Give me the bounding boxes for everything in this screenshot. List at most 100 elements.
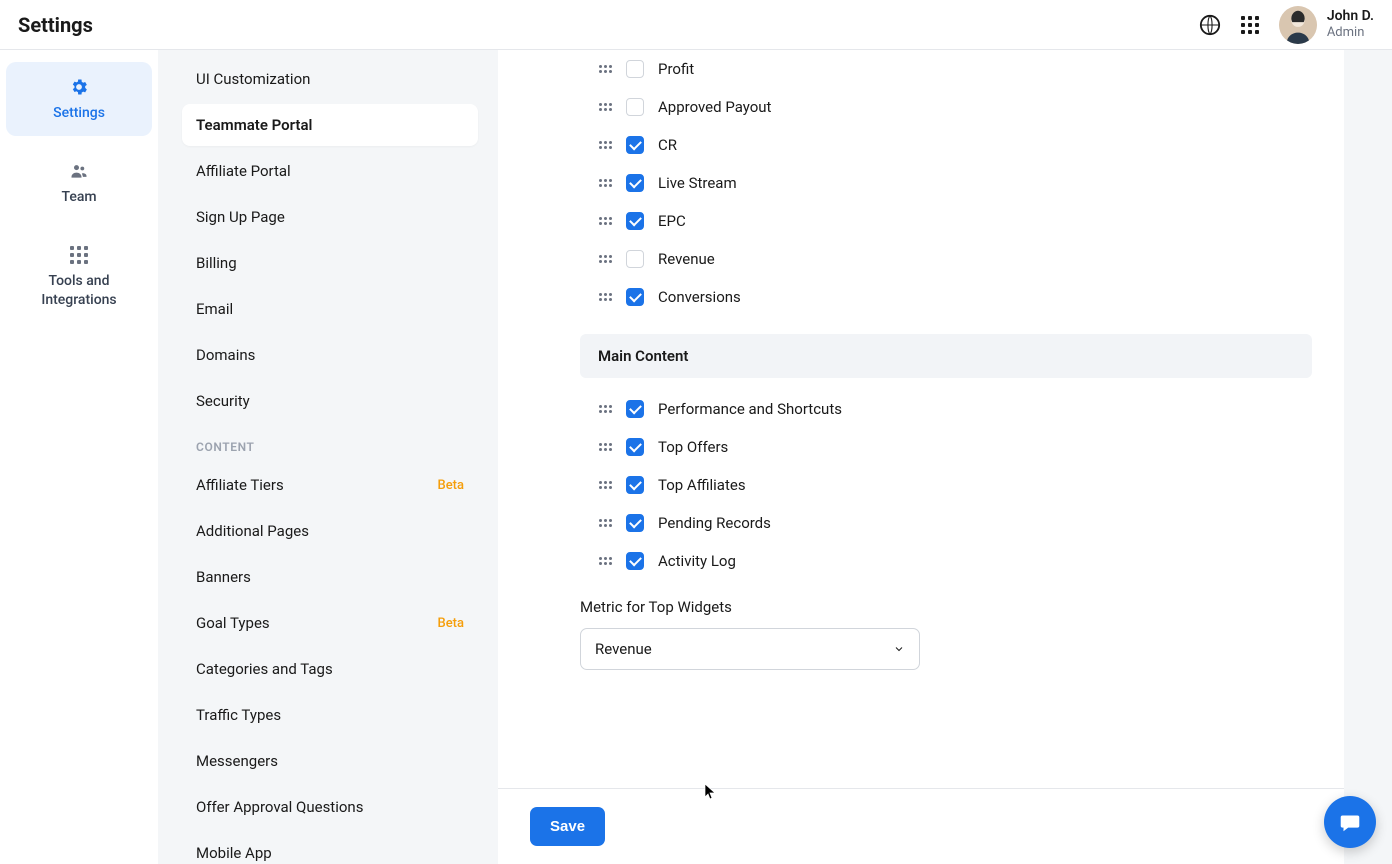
- checkbox-label: Activity Log: [658, 552, 736, 570]
- save-button[interactable]: Save: [530, 807, 605, 846]
- checkbox-label: Profit: [658, 60, 694, 78]
- checkbox[interactable]: [626, 250, 644, 268]
- nav-item-label: Categories and Tags: [196, 660, 333, 678]
- drag-handle-icon[interactable]: [598, 481, 612, 489]
- page-title: Settings: [18, 13, 93, 37]
- drag-handle-icon[interactable]: [598, 443, 612, 451]
- chevron-down-icon: [893, 643, 905, 655]
- nav-label: Tools and Integrations: [10, 272, 148, 308]
- primary-nav: Settings Team Tools and Integrations: [0, 50, 158, 864]
- settings-nav-item[interactable]: Messengers: [182, 740, 478, 782]
- settings-panel: Profit Approved Payout CR Live Stream EPC Rev…: [498, 50, 1344, 864]
- settings-nav-item[interactable]: Billing: [182, 242, 478, 284]
- nav-item-label: Banners: [196, 568, 251, 586]
- settings-nav-item[interactable]: Affiliate Portal: [182, 150, 478, 192]
- checkbox-label: Top Offers: [658, 438, 728, 456]
- checkbox-row: Profit: [580, 50, 1312, 88]
- checkbox[interactable]: [626, 438, 644, 456]
- settings-nav-item[interactable]: Offer Approval Questions: [182, 786, 478, 828]
- checkbox-label: Top Affiliates: [658, 476, 746, 494]
- checkbox[interactable]: [626, 60, 644, 78]
- chat-launcher[interactable]: [1324, 796, 1376, 848]
- drag-handle-icon[interactable]: [598, 255, 612, 263]
- nav-item-label: Goal Types: [196, 614, 270, 632]
- settings-nav-item[interactable]: Security: [182, 380, 478, 422]
- apps-icon[interactable]: [1239, 14, 1261, 36]
- nav-tools[interactable]: Tools and Integrations: [6, 230, 152, 322]
- settings-nav-item[interactable]: Domains: [182, 334, 478, 376]
- settings-nav-item[interactable]: Traffic Types: [182, 694, 478, 736]
- checkbox[interactable]: [626, 400, 644, 418]
- nav-item-label: UI Customization: [196, 70, 310, 88]
- metric-select[interactable]: Revenue: [580, 628, 920, 670]
- checkbox-label: Performance and Shortcuts: [658, 400, 842, 418]
- checkbox-label: Pending Records: [658, 514, 771, 532]
- nav-label: Team: [61, 188, 96, 206]
- nav-item-label: Traffic Types: [196, 706, 281, 724]
- checkbox-row: Performance and Shortcuts: [580, 390, 1312, 428]
- settings-nav: UI Customization Teammate Portal Affiliate…: [158, 50, 498, 864]
- drag-handle-icon[interactable]: [598, 293, 612, 301]
- user-menu[interactable]: John D. Admin: [1279, 6, 1374, 44]
- select-value: Revenue: [595, 640, 652, 658]
- checkbox[interactable]: [626, 288, 644, 306]
- metric-field: Metric for Top Widgets Revenue: [498, 580, 1344, 670]
- settings-nav-item[interactable]: Additional Pages: [182, 510, 478, 552]
- drag-handle-icon[interactable]: [598, 65, 612, 73]
- header-actions: John D. Admin: [1199, 6, 1374, 44]
- checkbox[interactable]: [626, 552, 644, 570]
- content-area: Profit Approved Payout CR Live Stream EPC Rev…: [498, 50, 1392, 864]
- drag-handle-icon[interactable]: [598, 405, 612, 413]
- drag-handle-icon[interactable]: [598, 217, 612, 225]
- settings-nav-item[interactable]: Categories and Tags: [182, 648, 478, 690]
- nav-item-label: Affiliate Tiers: [196, 476, 284, 494]
- settings-nav-item[interactable]: Email: [182, 288, 478, 330]
- checkbox[interactable]: [626, 212, 644, 230]
- checkbox-label: Approved Payout: [658, 98, 771, 116]
- drag-handle-icon[interactable]: [598, 519, 612, 527]
- nav-settings[interactable]: Settings: [6, 62, 152, 136]
- drag-handle-icon[interactable]: [598, 557, 612, 565]
- checkbox[interactable]: [626, 98, 644, 116]
- panel-footer: Save: [498, 788, 1344, 864]
- checkbox[interactable]: [626, 136, 644, 154]
- settings-nav-item[interactable]: Banners: [182, 556, 478, 598]
- nav-team[interactable]: Team: [6, 146, 152, 220]
- checkbox-label: Revenue: [658, 250, 715, 268]
- checkbox-row: Conversions: [580, 278, 1312, 316]
- nav-item-label: Security: [196, 392, 250, 410]
- checkbox-label: EPC: [658, 212, 686, 230]
- checkbox[interactable]: [626, 514, 644, 532]
- grid-icon: [68, 244, 90, 266]
- checkbox-row: CR: [580, 126, 1312, 164]
- checkbox-row: Pending Records: [580, 504, 1312, 542]
- nav-item-label: Offer Approval Questions: [196, 798, 363, 816]
- checkbox-label: Conversions: [658, 288, 741, 306]
- beta-badge: Beta: [437, 478, 464, 493]
- settings-nav-item[interactable]: Mobile App: [182, 832, 478, 864]
- checkbox[interactable]: [626, 174, 644, 192]
- checkbox-row: Live Stream: [580, 164, 1312, 202]
- nav-item-label: Email: [196, 300, 233, 318]
- nav-item-label: Messengers: [196, 752, 278, 770]
- nav-item-label: Mobile App: [196, 844, 272, 862]
- checkbox-row: EPC: [580, 202, 1312, 240]
- checkbox-label: CR: [658, 136, 677, 154]
- settings-nav-item[interactable]: Goal Types Beta: [182, 602, 478, 644]
- nav-label: Settings: [53, 104, 105, 122]
- settings-nav-item[interactable]: Affiliate Tiers Beta: [182, 464, 478, 506]
- nav-item-label: Teammate Portal: [196, 116, 312, 134]
- nav-item-label: Sign Up Page: [196, 208, 285, 226]
- settings-nav-item[interactable]: Sign Up Page: [182, 196, 478, 238]
- drag-handle-icon[interactable]: [598, 103, 612, 111]
- drag-handle-icon[interactable]: [598, 141, 612, 149]
- drag-handle-icon[interactable]: [598, 179, 612, 187]
- beta-badge: Beta: [437, 616, 464, 631]
- settings-nav-item[interactable]: Teammate Portal: [182, 104, 478, 146]
- nav-section-header: CONTENT: [182, 422, 478, 464]
- nav-item-label: Billing: [196, 254, 237, 272]
- settings-nav-item[interactable]: UI Customization: [182, 58, 478, 100]
- checkbox-row: Activity Log: [580, 542, 1312, 580]
- help-icon[interactable]: [1199, 14, 1221, 36]
- checkbox[interactable]: [626, 476, 644, 494]
